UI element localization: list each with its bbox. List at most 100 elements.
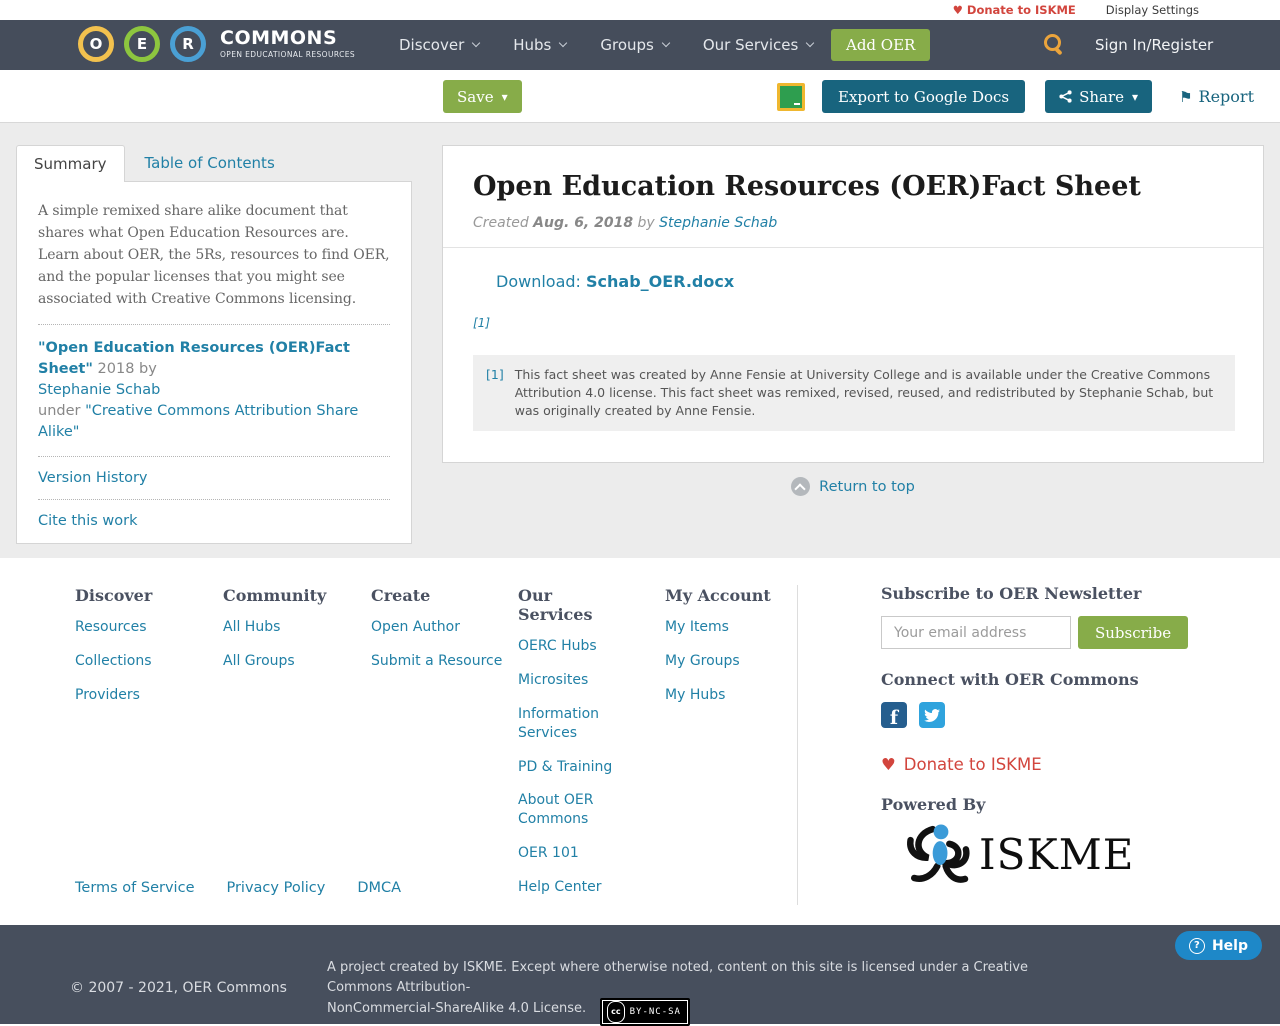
- footer-column-my-account: My Account My Items My Groups My Hubs: [665, 586, 800, 720]
- footer-link-my-items[interactable]: My Items: [665, 618, 800, 637]
- nav-item-our-services[interactable]: Our Services: [703, 36, 814, 54]
- download-file-link[interactable]: Schab_OER.docx: [586, 272, 734, 291]
- main-navbar: O E R COMMONS OPEN EDUCATIONAL RESOURCES…: [0, 20, 1280, 70]
- logo-wordmark: COMMONS OPEN EDUCATIONAL RESOURCES: [220, 29, 355, 59]
- footer-link-all-groups[interactable]: All Groups: [223, 652, 358, 671]
- footer-link-resources[interactable]: Resources: [75, 618, 210, 637]
- footer-link-submit-a-resource[interactable]: Submit a Resource: [371, 652, 506, 671]
- search-button[interactable]: [1043, 33, 1069, 59]
- footer-link-collections[interactable]: Collections: [75, 652, 210, 671]
- help-button[interactable]: ?Help: [1175, 931, 1262, 960]
- footnote-text: This fact sheet was created by Anne Fens…: [515, 366, 1222, 420]
- divider: [38, 324, 390, 325]
- donate-to-iskme-footer-link[interactable]: Donate to ISKME: [881, 755, 1042, 774]
- oer-commons-logo[interactable]: O E R COMMONS OPEN EDUCATIONAL RESOURCES: [78, 26, 355, 62]
- email-input[interactable]: [881, 616, 1071, 649]
- chevron-down-icon: [806, 39, 814, 47]
- return-to-top-link[interactable]: Return to top: [791, 477, 915, 496]
- terms-of-service-link[interactable]: Terms of Service: [75, 880, 194, 896]
- created-line: Created Aug. 6, 2018 by Stephanie Schab: [473, 215, 1233, 231]
- resource-action-bar: Save Export to Google Docs Share Report: [0, 70, 1280, 123]
- nav-item-hubs[interactable]: Hubs: [513, 36, 566, 54]
- question-mark-icon: ?: [1189, 938, 1205, 954]
- version-history-link[interactable]: Version History: [38, 470, 390, 486]
- site-footer: Discover Resources Collections Providers…: [0, 558, 1280, 925]
- connect-heading: Connect with OER Commons: [881, 670, 1211, 689]
- tab-summary[interactable]: Summary: [16, 145, 125, 182]
- flag-icon: [1179, 87, 1198, 106]
- logo-ring-e: E: [124, 26, 160, 62]
- export-to-google-docs-button[interactable]: Export to Google Docs: [822, 80, 1025, 113]
- report-link[interactable]: Report: [1179, 87, 1254, 106]
- divider: [38, 456, 390, 457]
- donate-to-iskme-link[interactable]: Donate to ISKME: [953, 3, 1076, 17]
- nav-item-groups[interactable]: Groups: [600, 36, 668, 54]
- legal-links: Terms of Service Privacy Policy DMCA: [75, 880, 401, 896]
- facebook-icon[interactable]: f: [881, 702, 907, 728]
- sign-in-register-link[interactable]: Sign In/Register: [1095, 20, 1213, 70]
- display-settings-link[interactable]: Display Settings: [1106, 3, 1199, 17]
- footer-column-our-services: Our Services OERC Hubs Microsites Inform…: [518, 586, 630, 912]
- powered-by-heading: Powered By: [881, 795, 1211, 814]
- footer-heading: Our Services: [518, 586, 630, 624]
- footer-column-community: Community All Hubs All Groups: [223, 586, 358, 686]
- attribution-under: under: [38, 403, 80, 419]
- footnote-reference-link[interactable]: [1]: [473, 316, 490, 330]
- social-icons: f: [881, 702, 1211, 728]
- footer-heading: Create: [371, 586, 506, 605]
- tab-table-of-contents[interactable]: Table of Contents: [145, 145, 275, 182]
- cc-icon: cc: [607, 1001, 624, 1023]
- footer-column-discover: Discover Resources Collections Providers: [75, 586, 210, 720]
- google-classroom-icon[interactable]: [777, 83, 805, 111]
- footer-link-oerc-hubs[interactable]: OERC Hubs: [518, 637, 630, 656]
- twitter-icon[interactable]: [919, 702, 945, 728]
- footer-link-information-services[interactable]: Information Services: [518, 705, 630, 743]
- chevron-down-icon: [662, 39, 670, 47]
- footer-link-help-center[interactable]: Help Center: [518, 878, 630, 897]
- footnote-marker: [1]: [486, 366, 504, 420]
- cite-this-work-link[interactable]: Cite this work: [38, 513, 390, 529]
- footer-link-pd-training[interactable]: PD & Training: [518, 758, 630, 777]
- footer-link-about-oer-commons[interactable]: About OER Commons: [518, 791, 630, 829]
- created-author-link[interactable]: Stephanie Schab: [659, 215, 777, 231]
- footer-link-microsites[interactable]: Microsites: [518, 671, 630, 690]
- heart-icon: [953, 3, 967, 17]
- logo-ring-r: R: [170, 26, 206, 62]
- resource-sidebar: Summary Table of Contents A simple remix…: [16, 145, 412, 544]
- save-button[interactable]: Save: [443, 80, 522, 113]
- copyright-text: © 2007 - 2021, OER Commons: [70, 980, 287, 996]
- attribution-license-link[interactable]: "Creative Commons Attribution Share Alik…: [38, 403, 358, 440]
- download-line: Download: Schab_OER.docx: [496, 272, 1235, 291]
- iskme-logo[interactable]: ISKME: [905, 820, 1211, 888]
- share-button[interactable]: Share: [1045, 80, 1152, 113]
- attribution-author-link[interactable]: Stephanie Schab: [38, 382, 160, 398]
- share-icon: [1059, 90, 1072, 103]
- logo-ring-o: O: [78, 26, 114, 62]
- subscribe-button[interactable]: Subscribe: [1078, 616, 1188, 649]
- footer-newsletter-section: Subscribe to OER Newsletter Subscribe Co…: [881, 584, 1211, 888]
- footer-link-oer-101[interactable]: OER 101: [518, 844, 630, 863]
- newsletter-form: Subscribe: [881, 616, 1211, 649]
- arrow-up-circle-icon: [791, 477, 810, 496]
- footer-link-my-hubs[interactable]: My Hubs: [665, 686, 800, 705]
- page-title: Open Education Resources (OER)Fact Sheet: [473, 171, 1233, 202]
- resource-body: Download: Schab_OER.docx [1] [1] This fa…: [443, 248, 1263, 457]
- privacy-policy-link[interactable]: Privacy Policy: [226, 880, 325, 896]
- footer-link-all-hubs[interactable]: All Hubs: [223, 618, 358, 637]
- newsletter-heading: Subscribe to OER Newsletter: [881, 584, 1211, 603]
- cc-by-nc-sa-badge[interactable]: ccBY-NC-SA: [600, 998, 690, 1026]
- nav-item-discover[interactable]: Discover: [399, 36, 479, 54]
- iskme-wordmark: ISKME: [979, 830, 1134, 879]
- sidebar-tabs: Summary Table of Contents: [16, 145, 412, 182]
- footer-link-open-author[interactable]: Open Author: [371, 618, 506, 637]
- add-oer-button[interactable]: Add OER: [831, 29, 930, 61]
- footer-link-providers[interactable]: Providers: [75, 686, 210, 705]
- dmca-link[interactable]: DMCA: [357, 880, 401, 896]
- content-area: Summary Table of Contents A simple remix…: [0, 123, 1280, 558]
- footer-link-my-groups[interactable]: My Groups: [665, 652, 800, 671]
- resource-header: Open Education Resources (OER)Fact Sheet…: [443, 146, 1263, 248]
- footer-heading: Community: [223, 586, 358, 605]
- chevron-down-icon: [472, 39, 480, 47]
- chevron-down-icon: [559, 39, 567, 47]
- attribution-title-link[interactable]: "Open Education Resources (OER)Fact Shee…: [38, 340, 350, 377]
